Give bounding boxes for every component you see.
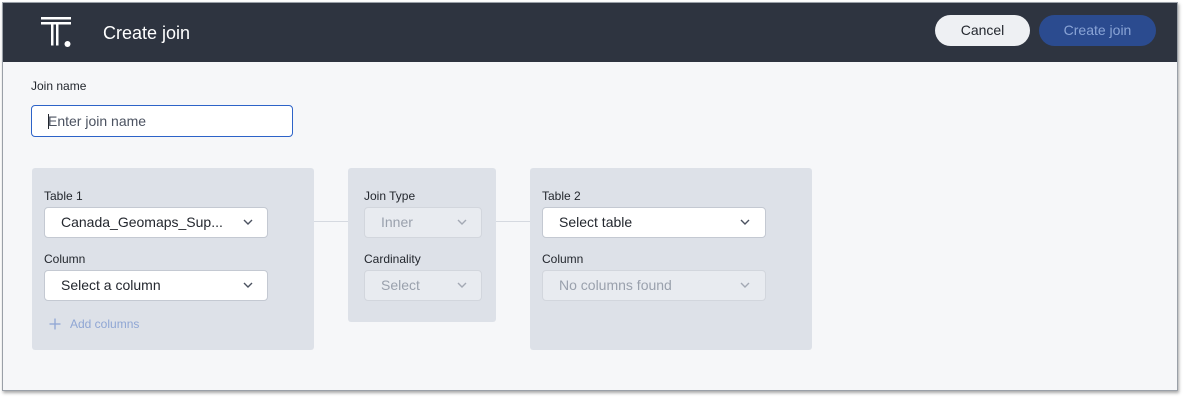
join-name-input[interactable] [31,105,293,137]
table2-select-value: Select table [559,214,633,230]
cardinality-select: Select [364,270,482,301]
table2-column-select: No columns found [542,270,766,301]
table1-select[interactable]: Canada_Geomaps_Sup... [44,207,268,238]
join-type-select: Inner [364,207,482,238]
page-title: Create join [103,23,191,43]
chevron-down-icon [457,219,467,225]
cardinality-label: Cardinality [364,252,421,266]
table1-column-value: Select a column [61,277,161,293]
table2-column-value: No columns found [559,277,672,293]
add-columns-label: Add columns [70,317,140,331]
cancel-button[interactable]: Cancel [935,15,1030,46]
chevron-down-icon [243,219,253,225]
create-join-dialog: Create join Cancel Create join Join name… [2,2,1178,391]
connector-line-left [314,221,348,222]
table1-column-label: Column [44,252,86,266]
table2-column-label: Column [542,252,584,266]
join-type-value: Inner [381,214,413,230]
create-join-button[interactable]: Create join [1039,15,1156,46]
thoughtspot-logo-icon [41,17,71,47]
cardinality-value: Select [381,277,420,293]
table2-select[interactable]: Select table [542,207,766,238]
table2-label: Table 2 [542,189,581,203]
chevron-down-icon [243,282,253,288]
chevron-down-icon [740,219,750,225]
chevron-down-icon [740,282,750,288]
plus-icon [49,318,61,330]
table1-label: Table 1 [44,189,83,203]
join-name-label: Join name [31,79,87,93]
join-type-label: Join Type [364,189,416,203]
header-bar: Create join Cancel Create join [3,3,1177,62]
table1-column-select[interactable]: Select a column [44,270,268,301]
chevron-down-icon [457,282,467,288]
connector-line-right [496,221,530,222]
table1-select-value: Canada_Geomaps_Sup... [61,214,223,230]
text-cursor [48,114,49,129]
